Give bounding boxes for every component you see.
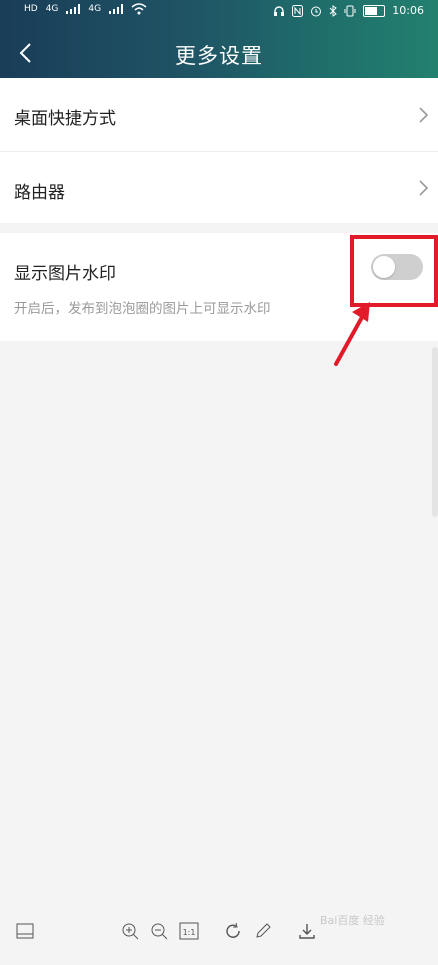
nfc-icon xyxy=(292,4,304,17)
page-title: 更多设置 xyxy=(175,44,263,68)
headphones-icon xyxy=(274,5,285,16)
zoom-in-icon xyxy=(122,923,139,940)
edit-button[interactable] xyxy=(252,920,274,942)
view-button[interactable] xyxy=(14,920,36,942)
hd-label: HD xyxy=(24,4,38,14)
wifi-icon xyxy=(131,3,147,15)
signal-label-2: 4G xyxy=(88,4,102,14)
highlight-box xyxy=(350,235,438,307)
view-icon xyxy=(16,923,34,939)
settings-item-desktop-shortcut[interactable]: 桌面快捷方式 xyxy=(0,78,438,151)
actual-size-label: 1:1 xyxy=(183,928,196,937)
app-header: HD 4G 4G 10:06 更多设置 xyxy=(0,0,438,78)
zoom-out-button[interactable] xyxy=(148,920,170,942)
signal-icon xyxy=(109,4,124,14)
status-bar: HD 4G 4G 10:06 xyxy=(0,0,438,24)
edit-icon xyxy=(256,923,271,938)
watermark-description: 开启后，发布到泡泡圈的图片上可显示水印 xyxy=(14,301,271,317)
download-icon xyxy=(299,924,315,939)
bluetooth-icon xyxy=(329,4,338,17)
settings-item-label: 桌面快捷方式 xyxy=(14,109,116,129)
settings-item-router[interactable]: 路由器 xyxy=(0,152,438,223)
watermark-label: 显示图片水印 xyxy=(14,264,116,284)
zoom-out-icon xyxy=(151,923,168,940)
rotate-button[interactable] xyxy=(222,920,244,942)
zoom-in-button[interactable] xyxy=(119,920,141,942)
actual-size-button[interactable]: 1:1 xyxy=(178,920,200,942)
settings-item-label: 路由器 xyxy=(14,183,65,203)
status-left: HD 4G 4G xyxy=(24,3,147,15)
chevron-right-icon xyxy=(419,180,429,196)
scrollbar[interactable] xyxy=(432,347,438,517)
annotation-arrow-icon xyxy=(334,302,370,366)
chevron-right-icon xyxy=(419,107,429,123)
signal-icon xyxy=(66,4,81,14)
battery-icon xyxy=(363,4,386,17)
download-button[interactable] xyxy=(296,920,318,942)
status-time: 10:06 xyxy=(392,4,424,17)
actual-size-icon: 1:1 xyxy=(179,922,199,940)
site-watermark: Bai百度 经验 xyxy=(320,914,385,927)
rotate-icon xyxy=(226,922,240,938)
signal-label-1: 4G xyxy=(45,4,59,14)
alarm-icon xyxy=(311,6,322,16)
vibrate-icon xyxy=(344,5,356,16)
status-right: 10:06 xyxy=(273,4,424,17)
